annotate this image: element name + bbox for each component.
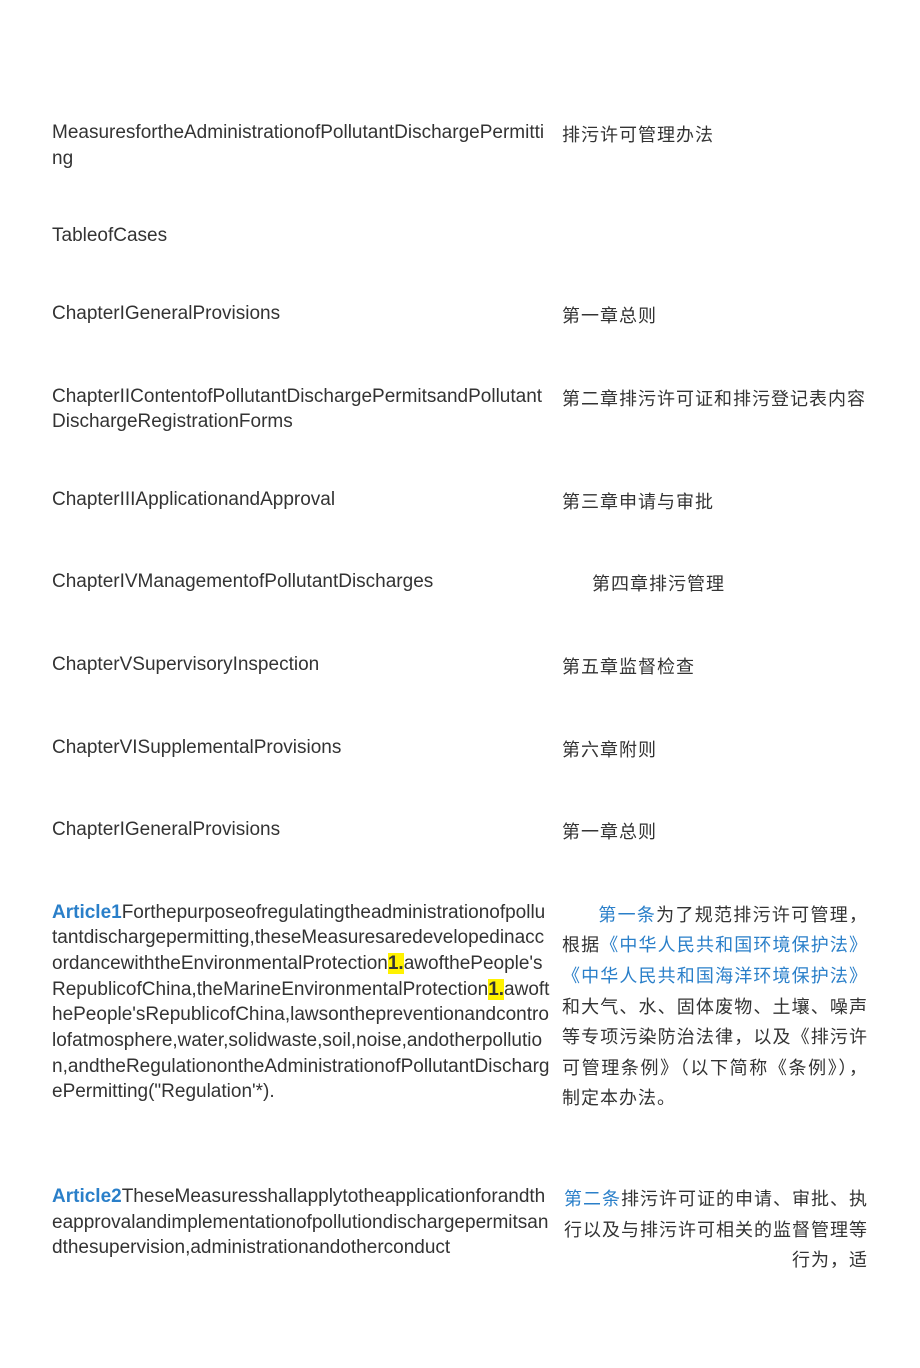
chapter-6-cn: 第六章附则 (562, 735, 868, 766)
chapter-3-en: ChapterIIIApplicationandApproval (52, 487, 550, 513)
article-1-cn-label: 第一条 (598, 905, 656, 925)
article-1-cn-after: 和大气、水、固体废物、土壤、噪声等专项污染防治法律，以及《排污许可管理条例》（以… (562, 997, 868, 1109)
article-1-highlight-2: 1. (488, 979, 504, 1000)
toc-heading: TableofCases (52, 223, 550, 249)
article-2-label: Article2 (52, 1186, 122, 1207)
article-1-en: Article1Forthepurposeofregulatingtheadmi… (52, 900, 550, 1105)
chapter-5-en: ChapterVSupervisoryInspection (52, 652, 550, 678)
document-title-cn: 排污许可管理办法 (562, 120, 868, 151)
article-1-cn: 第一条为了规范排污许可管理，根据《中华人民共和国环境保护法》《中华人民共和国海洋… (562, 900, 868, 1114)
document-title-en: MeasuresfortheAdministrationofPollutantD… (52, 120, 550, 171)
chapter-4-en: ChapterIVManagementofPollutantDischarges (52, 569, 550, 595)
chapter-1b-cn: 第一章总则 (562, 817, 868, 848)
article-1-highlight-1: 1. (388, 953, 404, 974)
article-2-en: Article2TheseMeasuresshallapplytotheappl… (52, 1184, 550, 1261)
article-2-cn-label: 第二条 (564, 1189, 621, 1209)
chapter-5-cn: 第五章监督检查 (562, 652, 868, 683)
article-1-cn-link[interactable]: 《中华人民共和国环境保护法》《中华人民共和国海洋环境保护法》 (562, 935, 868, 986)
chapter-2-en: ChapterIIContentofPollutantDischargePerm… (52, 384, 550, 435)
chapter-6-en: ChapterVISupplementalProvisions (52, 735, 550, 761)
chapter-4-cn: 第四章排污管理 (562, 569, 868, 600)
article-2-text: TheseMeasuresshallapplytotheapplicationf… (52, 1186, 548, 1258)
chapter-2-cn: 第二章排污许可证和排污登记表内容 (562, 384, 868, 415)
chapter-1-en: ChapterIGeneralProvisions (52, 301, 550, 327)
chapter-1-cn: 第一章总则 (562, 301, 868, 332)
chapter-3-cn: 第三章申请与审批 (562, 487, 868, 518)
article-2-cn: 第二条排污许可证的申请、审批、执行以及与排污许可相关的监督管理等行为，适 (562, 1184, 868, 1276)
article-1-label: Article1 (52, 902, 122, 923)
chapter-1b-en: ChapterIGeneralProvisions (52, 817, 550, 843)
